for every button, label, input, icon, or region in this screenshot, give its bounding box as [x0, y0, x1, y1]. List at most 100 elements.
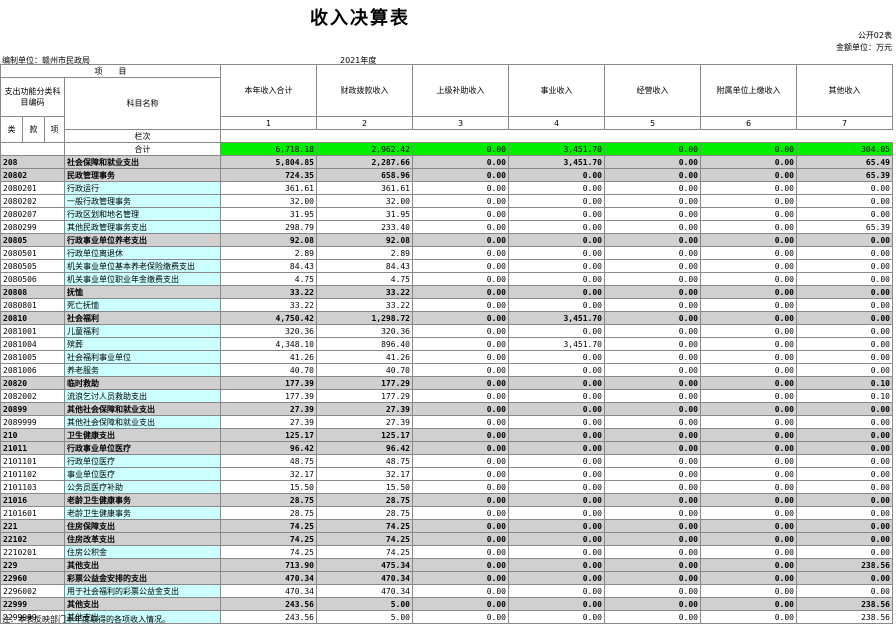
row-value: 0.00 — [508, 168, 605, 182]
row-code: 2080801 — [0, 298, 65, 312]
row-value: 41.26 — [316, 350, 413, 364]
row-code: 2081004 — [0, 337, 65, 351]
row-code: 2081006 — [0, 363, 65, 377]
row-value: 0.00 — [604, 324, 701, 338]
row-value: 0.00 — [508, 350, 605, 364]
row-name: 老龄卫生健康事务 — [64, 506, 221, 520]
row-code: 2081005 — [0, 350, 65, 364]
row-value: 0.00 — [604, 454, 701, 468]
col-num: 6 — [700, 116, 797, 130]
row-value: 92.08 — [316, 233, 413, 247]
table-row: 20802 民政管理事务 724.35 658.96 0.00 0.00 0.00 0.00 6… — [0, 168, 893, 182]
row-value: 0.00 — [700, 363, 797, 377]
row-value: 125.17 — [220, 428, 317, 442]
row-name: 儿童福利 — [64, 324, 221, 338]
row-value: 4,750.42 — [220, 311, 317, 325]
total-value: 0.00 — [700, 142, 797, 156]
row-value: 0.00 — [700, 207, 797, 221]
col-header-superior: 上级补助收入 — [412, 64, 509, 117]
row-value: 33.22 — [316, 285, 413, 299]
row-value: 238.56 — [796, 558, 893, 572]
col-num: 3 — [412, 116, 509, 130]
row-value: 0.00 — [700, 610, 797, 624]
row-value: 724.35 — [220, 168, 317, 182]
row-value: 0.00 — [796, 233, 893, 247]
row-value: 0.00 — [412, 415, 509, 429]
row-value: 0.00 — [604, 493, 701, 507]
row-value: 0.00 — [508, 194, 605, 208]
row-name: 其他支出 — [64, 558, 221, 572]
row-no-header: 栏次 — [64, 129, 221, 143]
row-value: 238.56 — [796, 597, 893, 611]
row-value: 0.00 — [796, 363, 893, 377]
row-value: 0.00 — [700, 337, 797, 351]
row-value: 0.00 — [700, 480, 797, 494]
row-value: 28.75 — [220, 506, 317, 520]
table-row: 2080299 其他民政管理事务支出 298.79 233.40 0.00 0.00 0.0… — [0, 220, 893, 234]
table-row: 2080506 机关事业单位职业年金缴费支出 4.75 4.75 0.00 0.00 0.0… — [0, 272, 893, 286]
row-name: 死亡抚恤 — [64, 298, 221, 312]
row-name: 行政事业单位医疗 — [64, 441, 221, 455]
row-value: 15.50 — [220, 480, 317, 494]
table-row: 21016 老龄卫生健康事务 28.75 28.75 0.00 0.00 0.00 0.00 0… — [0, 493, 893, 507]
row-value: 0.00 — [412, 467, 509, 481]
row-value: 3,451.70 — [508, 311, 605, 325]
row-value: 0.00 — [796, 428, 893, 442]
row-value: 0.00 — [412, 389, 509, 403]
row-value: 0.00 — [796, 324, 893, 338]
row-value: 0.00 — [796, 298, 893, 312]
row-value: 0.00 — [700, 246, 797, 260]
row-value: 0.00 — [796, 571, 893, 585]
row-name: 行政单位医疗 — [64, 454, 221, 468]
row-code: 208 — [0, 155, 65, 169]
row-value: 177.39 — [220, 389, 317, 403]
row-value: 0.00 — [412, 584, 509, 598]
row-value: 3,451.70 — [508, 155, 605, 169]
row-value: 92.08 — [220, 233, 317, 247]
row-value: 0.00 — [604, 233, 701, 247]
row-value: 0.00 — [700, 220, 797, 234]
row-value: 0.00 — [604, 441, 701, 455]
row-code: 2101102 — [0, 467, 65, 481]
table-row: 2080207 行政区划和地名管理 31.95 31.95 0.00 0.00 0.00 0.… — [0, 207, 893, 221]
row-value: 0.00 — [604, 194, 701, 208]
table-row: 22102 住房改革支出 74.25 74.25 0.00 0.00 0.00 0.00 0.0… — [0, 532, 893, 546]
row-value: 0.00 — [412, 597, 509, 611]
row-value: 0.00 — [508, 389, 605, 403]
row-code: 2080207 — [0, 207, 65, 221]
row-value: 238.56 — [796, 610, 893, 624]
row-value: 0.00 — [604, 480, 701, 494]
row-value: 0.00 — [700, 285, 797, 299]
row-code: 2296002 — [0, 584, 65, 598]
row-name: 殡葬 — [64, 337, 221, 351]
row-value: 0.00 — [412, 480, 509, 494]
row-value: 0.00 — [796, 337, 893, 351]
row-value: 0.00 — [700, 350, 797, 364]
row-name: 其他民政管理事务支出 — [64, 220, 221, 234]
col-header-affiliate: 附属单位上缴收入 — [700, 64, 797, 117]
row-value: 0.00 — [508, 493, 605, 507]
row-value: 5.00 — [316, 610, 413, 624]
row-value: 74.25 — [316, 545, 413, 559]
row-value: 2,287.66 — [316, 155, 413, 169]
row-name: 事业单位医疗 — [64, 467, 221, 481]
row-value: 33.22 — [220, 285, 317, 299]
row-name: 行政运行 — [64, 181, 221, 195]
row-value: 74.25 — [220, 519, 317, 533]
row-code: 20805 — [0, 233, 65, 247]
row-value: 33.22 — [316, 298, 413, 312]
row-value: 0.00 — [796, 480, 893, 494]
unit-label: 金额单位：万元 — [836, 43, 892, 52]
row-value: 0.00 — [508, 259, 605, 273]
row-value: 0.00 — [796, 493, 893, 507]
row-code: 2101601 — [0, 506, 65, 520]
row-value: 0.00 — [796, 415, 893, 429]
row-code: 21011 — [0, 441, 65, 455]
row-code: 20802 — [0, 168, 65, 182]
table-row: 2081001 儿童福利 320.36 320.36 0.00 0.00 0.00 0.00 0… — [0, 324, 893, 338]
row-value: 0.00 — [508, 545, 605, 559]
row-value: 0.00 — [796, 454, 893, 468]
row-value: 0.00 — [604, 363, 701, 377]
row-value: 4.75 — [220, 272, 317, 286]
row-value: 0.00 — [796, 259, 893, 273]
